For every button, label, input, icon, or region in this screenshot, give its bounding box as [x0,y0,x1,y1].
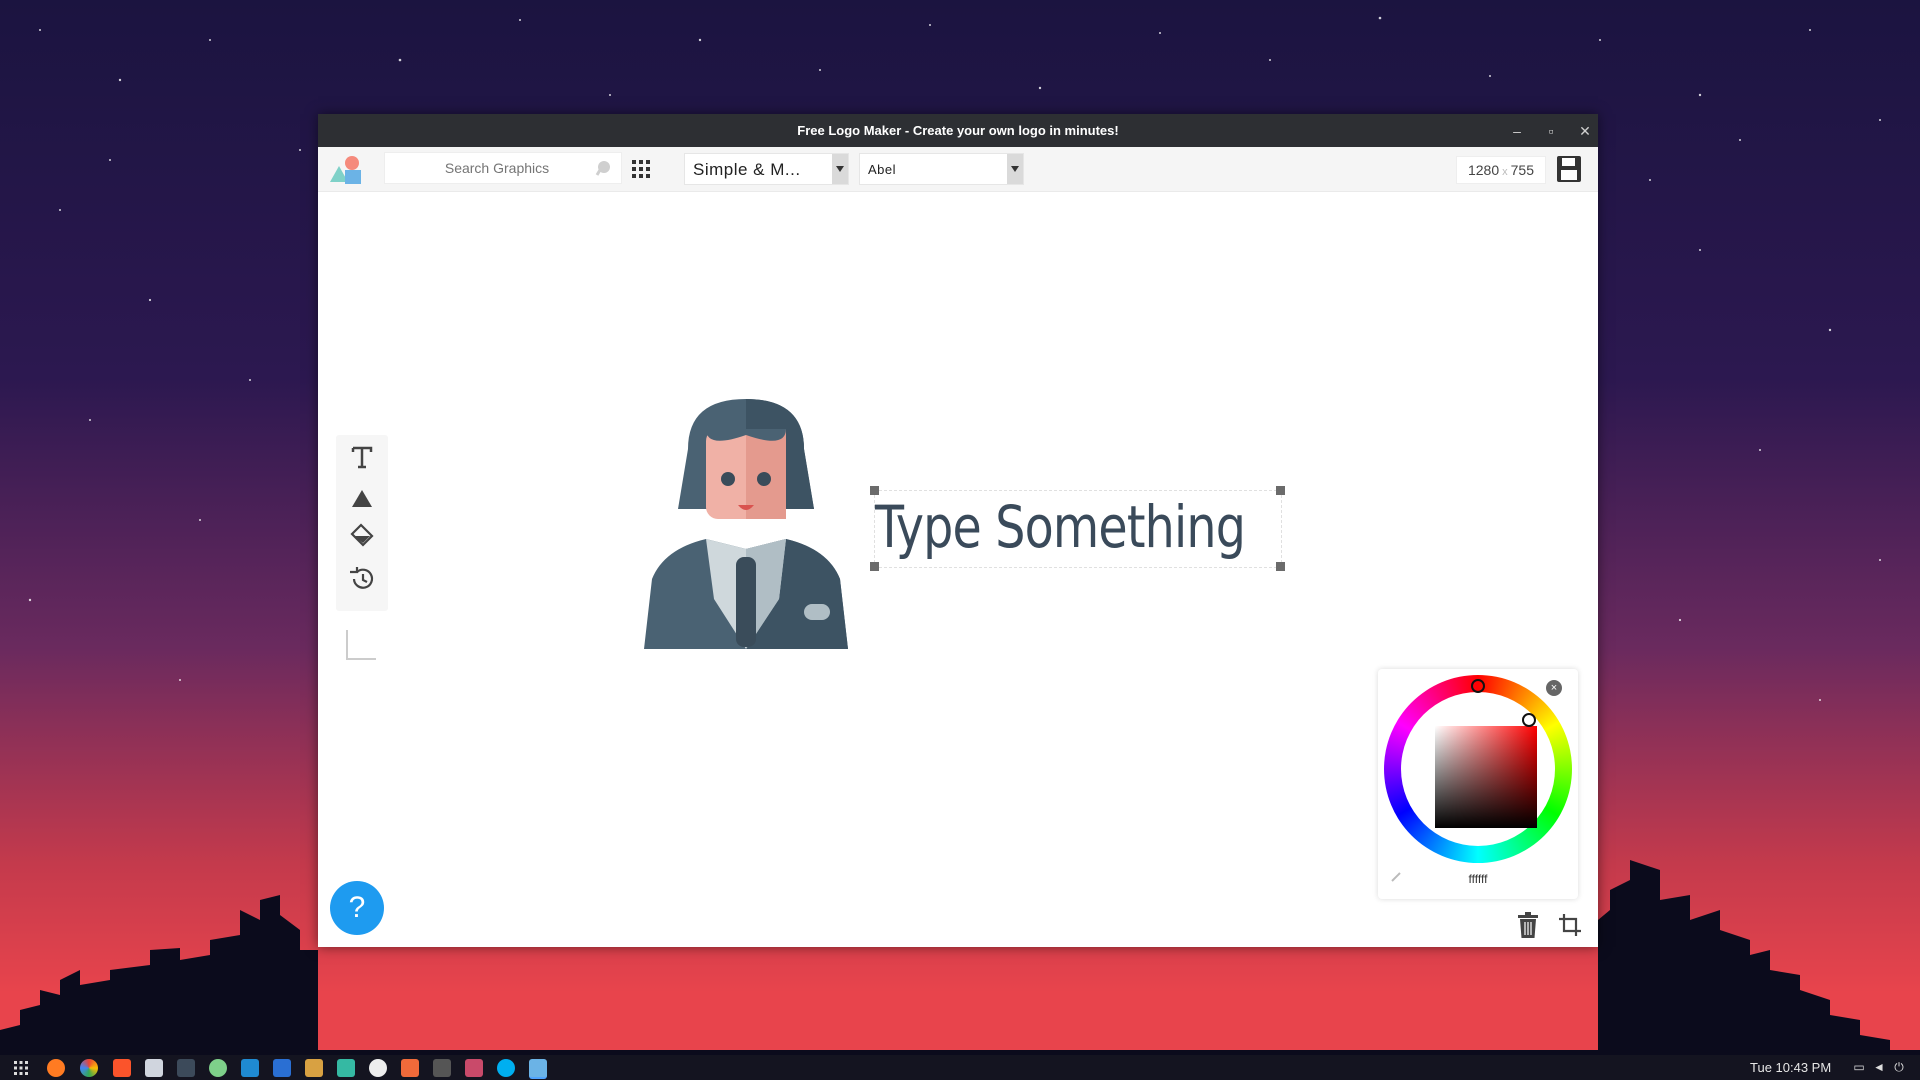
help-button[interactable]: ? [330,881,384,935]
minimize-button[interactable]: – [1506,120,1528,142]
font-select[interactable]: Abel [859,153,1024,185]
shape-tool-icon[interactable] [346,483,378,515]
terminal-icon[interactable] [177,1059,195,1077]
app-blue-icon[interactable] [273,1059,291,1077]
title-bar: Free Logo Maker - Create your own logo i… [318,114,1598,147]
hex-value[interactable]: ffffff [1378,872,1578,886]
clock: Tue 10:43 PM [1750,1060,1832,1075]
crop-icon[interactable] [1558,913,1582,937]
volume-icon[interactable]: ◄ [1872,1060,1886,1074]
color-marker[interactable] [1522,713,1536,727]
search-icon[interactable] [595,160,611,176]
font-select-value: Abel [868,162,897,177]
app-launcher-icon[interactable] [12,1059,30,1077]
chevron-down-icon[interactable] [1007,154,1023,184]
resize-handle-tl[interactable] [870,486,879,495]
maximize-button[interactable]: ▫ [1540,120,1562,142]
canvas-dimensions[interactable]: 1280 x 755 [1456,156,1546,184]
app-pink-icon[interactable] [465,1059,483,1077]
canvas-width: 1280 [1467,162,1500,178]
text-box[interactable]: Type Something [874,490,1282,568]
app-logo-icon[interactable] [328,154,364,186]
files-icon[interactable] [145,1059,163,1077]
style-select[interactable]: Simple & M... [684,153,849,185]
taskbar: Tue 10:43 PM ▭ ◄ ⏻ [0,1055,1920,1080]
app-window: Free Logo Maker - Create your own logo i… [318,114,1598,947]
brave-icon[interactable] [113,1059,131,1077]
search-box [384,152,622,184]
search-input[interactable] [405,159,589,177]
notification-icon[interactable]: ▭ [1852,1060,1866,1074]
logo-maker-taskbar-icon[interactable] [529,1059,547,1079]
resize-handle-br[interactable] [1276,562,1285,571]
tools-panel [336,435,388,611]
dims-separator: x [1502,166,1508,178]
paint-bucket-icon[interactable] [346,519,378,551]
chrome-icon[interactable] [80,1059,98,1077]
history-icon[interactable] [346,563,378,595]
person-graphic[interactable] [644,399,848,649]
app-green-icon[interactable] [209,1059,227,1077]
app-toolbar: Simple & M... Abel 1280x755 [318,147,1598,192]
apps-grid-icon[interactable] [631,159,651,179]
app-gray-icon[interactable] [433,1059,451,1077]
window-title: Free Logo Maker - Create your own logo i… [797,123,1119,138]
vscode-icon[interactable] [241,1059,259,1077]
saturation-square[interactable] [1435,726,1537,828]
sublime-icon[interactable] [305,1059,323,1077]
trash-icon[interactable] [1516,911,1540,939]
firefox-icon[interactable] [47,1059,65,1077]
save-icon[interactable] [1556,155,1582,183]
resize-corner-icon[interactable] [346,630,376,660]
canvas-text[interactable]: Type Something [875,493,1246,561]
text-tool-icon[interactable] [346,441,378,473]
hue-marker[interactable] [1471,679,1485,693]
close-button[interactable]: ✕ [1574,120,1596,142]
chevron-down-icon[interactable] [832,154,848,184]
style-select-value: Simple & M... [693,160,801,179]
resize-handle-bl[interactable] [870,562,879,571]
resize-handle-tr[interactable] [1276,486,1285,495]
hue-wheel[interactable] [1384,675,1572,863]
app-white-icon[interactable] [369,1059,387,1077]
app-orange-icon[interactable] [401,1059,419,1077]
color-picker: × ffffff [1378,669,1578,899]
app-teal-icon[interactable] [337,1059,355,1077]
skype-icon[interactable] [497,1059,515,1077]
picker-close-button[interactable]: × [1546,680,1562,696]
power-icon[interactable]: ⏻ [1892,1060,1906,1074]
canvas-height: 755 [1510,162,1534,178]
